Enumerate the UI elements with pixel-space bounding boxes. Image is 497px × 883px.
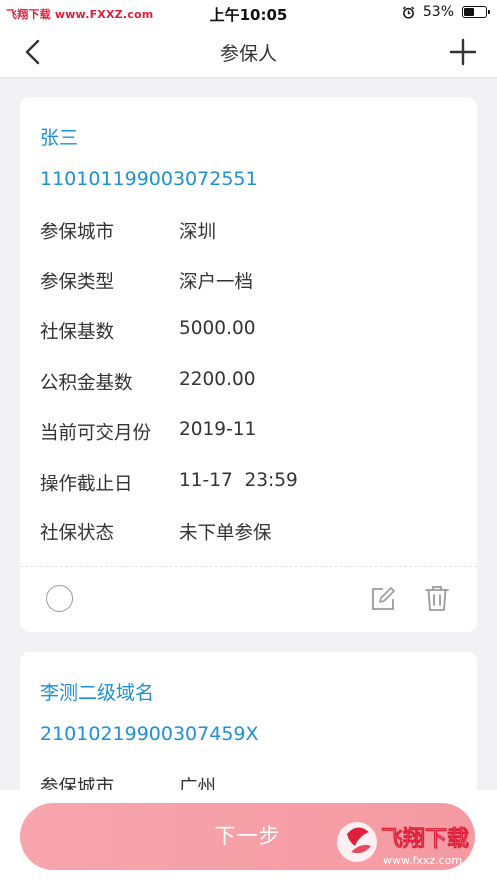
battery-icon	[462, 6, 490, 18]
info-value: 11-17 23:59	[179, 470, 298, 491]
status-bar: 飞翔下载 www.FXXZ.com 上午10:05 53%	[0, 0, 497, 26]
select-radio[interactable]	[46, 585, 73, 612]
info-row: 社保状态 未下单参保	[40, 519, 460, 545]
insured-id-number: 21010219900307459X	[40, 723, 259, 745]
info-value: 2200.00	[179, 369, 256, 390]
info-label: 社保基数	[40, 322, 115, 343]
trash-icon[interactable]	[423, 584, 451, 612]
info-row: 参保城市 深圳	[40, 218, 460, 244]
insured-name: 李测二级域名	[40, 682, 155, 704]
info-row: 参保类型 深户一档	[40, 268, 460, 294]
alarm-icon	[402, 6, 414, 19]
info-value: 深圳	[179, 222, 217, 243]
card-divider	[20, 566, 477, 567]
page-title: 参保人	[219, 43, 277, 65]
insured-name: 张三	[40, 127, 79, 149]
info-row: 当前可交月份 2019-11	[40, 419, 460, 445]
insured-list[interactable]: 张三 110101199003072551 参保城市 深圳 参保类型 深户一档 …	[0, 78, 497, 883]
info-value: 未下单参保	[179, 523, 272, 544]
info-value: 2019-11	[179, 419, 257, 440]
battery-percent: 53%	[422, 4, 454, 20]
info-label: 当前可交月份	[40, 423, 152, 444]
info-row: 操作截止日 11-17 23:59	[40, 470, 460, 496]
battery-fill	[464, 8, 475, 16]
info-label: 公积金基数	[40, 373, 133, 394]
nav-bar: 参保人	[0, 26, 497, 78]
info-row: 社保基数 5000.00	[40, 318, 460, 344]
insured-card[interactable]: 张三 110101199003072551 参保城市 深圳 参保类型 深户一档 …	[20, 97, 477, 632]
info-label: 参保城市	[40, 222, 115, 243]
info-label: 参保类型	[40, 272, 115, 293]
edit-icon[interactable]	[370, 586, 396, 612]
info-row: 公积金基数 2200.00	[40, 369, 460, 395]
insured-id-number: 110101199003072551	[40, 168, 258, 190]
logo-text: 飞翔下载	[381, 826, 469, 852]
logo-url: www.fxxz.com	[383, 854, 462, 867]
status-right: 53%	[402, 4, 490, 20]
info-value: 5000.00	[179, 318, 256, 339]
site-logo: 飞翔下载 www.fxxz.com	[337, 822, 469, 867]
info-value: 深户一档	[179, 272, 254, 293]
add-icon[interactable]	[447, 36, 479, 68]
info-label: 社保状态	[40, 523, 115, 544]
info-label: 操作截止日	[40, 474, 133, 495]
